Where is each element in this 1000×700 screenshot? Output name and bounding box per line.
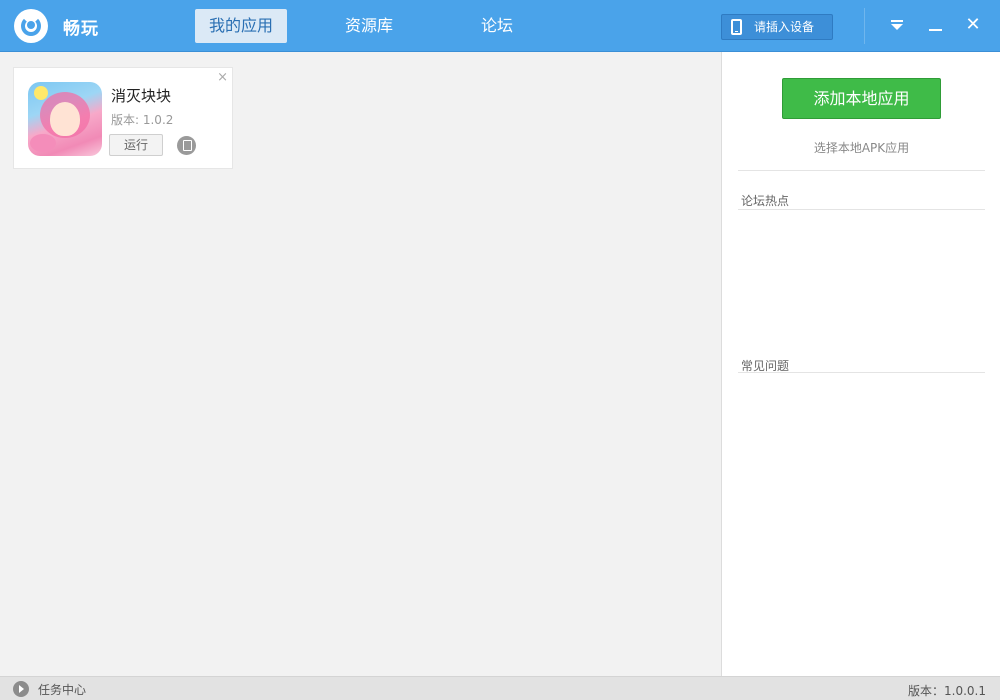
title-bar-divider	[864, 8, 865, 44]
tab-my-apps[interactable]: 我的应用	[195, 9, 287, 43]
phone-icon	[731, 19, 742, 35]
insert-device-button[interactable]: 请插入设备	[721, 14, 833, 40]
insert-device-label: 请插入设备	[754, 20, 815, 34]
divider	[738, 372, 985, 373]
forum-hot-heading: 论坛热点	[741, 194, 790, 208]
run-button[interactable]: 运行	[109, 134, 163, 156]
title-bar: 畅玩 我的应用 资源库 论坛 请插入设备 ✕	[0, 0, 1000, 52]
app-name: 消灭块块	[111, 87, 172, 105]
divider	[738, 209, 985, 210]
logo-icon	[14, 9, 48, 43]
remove-app-icon[interactable]: ×	[217, 70, 228, 85]
app-version: 版本: 1.0.2	[111, 113, 174, 127]
add-local-app-button[interactable]: 添加本地应用	[782, 78, 941, 119]
status-bar: 任务中心 版本：1.0.0.1	[0, 676, 1000, 700]
close-icon[interactable]: ✕	[962, 14, 984, 36]
app-title: 畅玩	[63, 19, 99, 39]
divider	[738, 170, 985, 171]
minimize-icon[interactable]	[925, 14, 947, 36]
dropdown-menu-icon[interactable]	[886, 14, 908, 36]
version-label: 版本：1.0.0.1	[908, 684, 986, 698]
arrow-right-circle-icon[interactable]	[13, 681, 29, 697]
right-panel: 添加本地应用 选择本地APK应用 论坛热点 常见问题	[721, 52, 1000, 676]
tab-forum[interactable]: 论坛	[462, 9, 532, 43]
tab-resource-library[interactable]: 资源库	[330, 9, 408, 43]
app-card: × 消灭块块 版本: 1.0.2 运行	[13, 67, 233, 169]
task-center-link[interactable]: 任务中心	[38, 681, 86, 698]
my-apps-area: × 消灭块块 版本: 1.0.2 运行	[0, 52, 721, 676]
game-girl-icon[interactable]	[28, 82, 102, 156]
uninstall-icon[interactable]	[177, 136, 196, 155]
add-local-app-hint: 选择本地APK应用	[813, 141, 910, 155]
